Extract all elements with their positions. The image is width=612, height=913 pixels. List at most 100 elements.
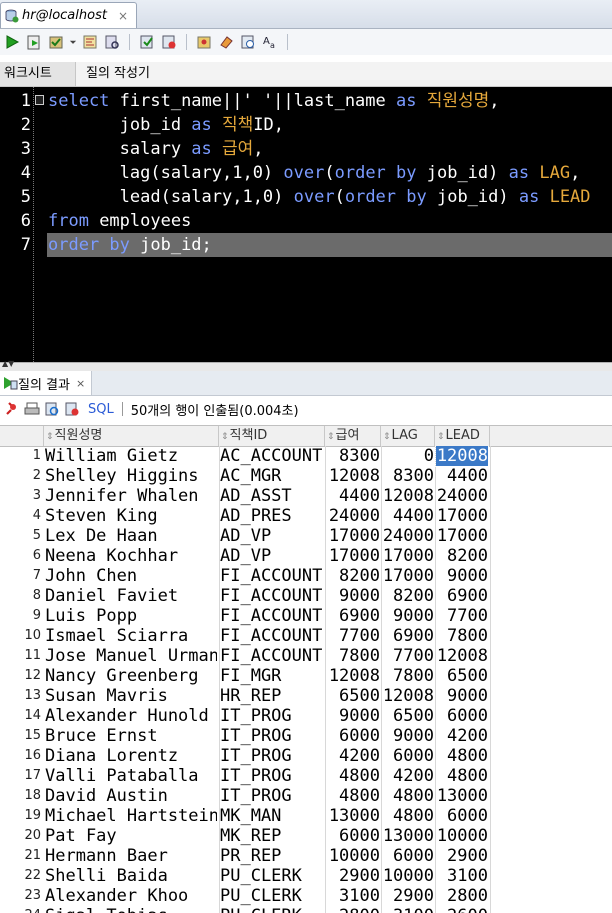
cell-job-id[interactable]: PU_CLERK (220, 886, 324, 906)
cell-lag[interactable]: 17000 (382, 546, 434, 566)
cell-job-id[interactable]: IT_PROG (220, 786, 324, 806)
cell-employee-name[interactable]: Daniel Faviet (45, 586, 217, 606)
fold-marker-icon[interactable] (35, 95, 44, 105)
cell-lead[interactable]: 4200 (436, 726, 488, 746)
cell-salary[interactable]: 9000 (326, 706, 380, 726)
cell-lag[interactable]: 0 (382, 446, 434, 466)
table-row[interactable]: 9 Luis Popp FI_ACCOUNT 6900 9000 7700 (0, 606, 490, 626)
cell-salary[interactable]: 8200 (326, 566, 380, 586)
cell-employee-name[interactable]: David Austin (45, 786, 217, 806)
sql-link[interactable]: SQL (88, 402, 114, 417)
table-row[interactable]: 22 Shelli Baida PU_CLERK 2900 10000 3100 (0, 866, 490, 886)
cell-employee-name[interactable]: Michael Hartstein (45, 806, 217, 826)
table-row[interactable]: 3 Jennifer Whalen AD_ASST 4400 12008 24000 (0, 486, 490, 506)
cell-lag[interactable]: 4800 (382, 806, 434, 826)
cell-salary[interactable]: 8300 (326, 446, 380, 466)
cell-lag[interactable]: 6500 (382, 706, 434, 726)
table-row[interactable]: 2 Shelley Higgins AC_MGR 12008 8300 4400 (0, 466, 490, 486)
table-row[interactable]: 18 David Austin IT_PROG 4800 4800 13000 (0, 786, 490, 806)
cell-lag[interactable]: 4400 (382, 506, 434, 526)
pane-splitter[interactable]: ▲▼ (0, 359, 612, 371)
table-row[interactable]: 1 William Gietz AC_ACCOUNT 8300 0 12008 (0, 446, 490, 467)
cell-salary[interactable]: 4800 (326, 766, 380, 786)
table-row[interactable]: 11 Jose Manuel Urman FI_ACCOUNT 7800 7700 120… (0, 646, 490, 666)
cell-lag[interactable]: 13000 (382, 826, 434, 846)
cell-job-id[interactable]: AC_MGR (220, 466, 324, 486)
table-row[interactable]: 5 Lex De Haan AD_VP 17000 24000 17000 (0, 526, 490, 546)
cell-salary[interactable]: 17000 (326, 546, 380, 566)
table-row[interactable]: 4 Steven King AD_PRES 24000 4400 17000 (0, 506, 490, 526)
cell-salary[interactable]: 4400 (326, 486, 380, 506)
cell-salary[interactable]: 4200 (326, 746, 380, 766)
cell-salary[interactable]: 17000 (326, 526, 380, 546)
cell-lead[interactable]: 4800 (436, 766, 488, 786)
cell-salary[interactable]: 6000 (326, 726, 380, 746)
cell-job-id[interactable]: AD_VP (220, 526, 324, 546)
cell-employee-name[interactable]: Alexander Hunold (45, 706, 217, 726)
cell-lag[interactable]: 4200 (382, 766, 434, 786)
column-header-salary[interactable]: ⇕급여 (325, 426, 381, 446)
cell-lag[interactable]: 24000 (382, 526, 434, 546)
cell-employee-name[interactable]: Jennifer Whalen (45, 486, 217, 506)
cell-lead[interactable]: 2800 (436, 886, 488, 906)
cell-employee-name[interactable]: Shelli Baida (45, 866, 217, 886)
table-row[interactable]: 6 Neena Kochhar AD_VP 17000 17000 8200 (0, 546, 490, 566)
cell-job-id[interactable]: AC_ACCOUNT (220, 446, 324, 466)
cell-employee-name[interactable]: Luis Popp (45, 606, 217, 626)
editor-current-line[interactable]: order by job_id; (47, 233, 612, 257)
cell-lag[interactable]: 8200 (382, 586, 434, 606)
tab-worksheet[interactable]: 워크시트 (0, 62, 76, 86)
cell-lag[interactable]: 10000 (382, 866, 434, 886)
cell-lead[interactable]: 7800 (436, 626, 488, 646)
cell-salary[interactable]: 12008 (326, 666, 380, 686)
cancel-fetch-icon[interactable] (64, 401, 80, 417)
pin-icon[interactable] (4, 401, 20, 417)
cell-job-id[interactable]: FI_ACCOUNT (220, 646, 324, 666)
table-row[interactable]: 14 Alexander Hunold IT_PROG 9000 6500 6000 (0, 706, 490, 726)
cell-lead[interactable]: 17000 (436, 526, 488, 546)
cell-lag[interactable]: 17000 (382, 566, 434, 586)
cell-salary[interactable]: 7700 (326, 626, 380, 646)
column-header-job-id[interactable]: ⇕직책ID (219, 426, 325, 446)
cell-salary[interactable]: 2900 (326, 866, 380, 886)
table-row[interactable]: 16 Diana Lorentz IT_PROG 4200 6000 4800 (0, 746, 490, 766)
table-row[interactable]: 8 Daniel Faviet FI_ACCOUNT 9000 8200 6900 (0, 586, 490, 606)
cell-job-id[interactable]: FI_ACCOUNT (220, 566, 324, 586)
refresh-icon[interactable] (44, 401, 60, 417)
cell-lag[interactable]: 7700 (382, 646, 434, 666)
cell-job-id[interactable]: AD_PRES (220, 506, 324, 526)
cell-employee-name[interactable]: Sigal Tobias (45, 906, 217, 913)
cell-lag[interactable]: 12008 (382, 686, 434, 706)
table-row[interactable]: 7 John Chen FI_ACCOUNT 8200 17000 9000 (0, 566, 490, 586)
cell-lead[interactable]: 3100 (436, 866, 488, 886)
cell-lead[interactable]: 6000 (436, 706, 488, 726)
editor-line[interactable]: salary as 급여, (0, 137, 612, 161)
cell-lead[interactable]: 8200 (436, 546, 488, 566)
close-tab-button[interactable]: × (118, 9, 128, 23)
cell-job-id[interactable]: FI_ACCOUNT (220, 626, 324, 646)
table-row[interactable]: 13 Susan Mavris HR_REP 6500 12008 9000 (0, 686, 490, 706)
cell-salary[interactable]: 6500 (326, 686, 380, 706)
cell-salary[interactable]: 6900 (326, 606, 380, 626)
table-row[interactable]: 12 Nancy Greenberg FI_MGR 12008 7800 6500 (0, 666, 490, 686)
cell-job-id[interactable]: MK_MAN (220, 806, 324, 826)
cell-salary[interactable]: 13000 (326, 806, 380, 826)
cell-lead[interactable]: 13000 (436, 786, 488, 806)
cell-job-id[interactable]: AD_ASST (220, 486, 324, 506)
cell-job-id[interactable]: IT_PROG (220, 726, 324, 746)
clear-button[interactable] (216, 32, 236, 52)
cell-job-id[interactable]: IT_PROG (220, 746, 324, 766)
cell-lag[interactable]: 9000 (382, 606, 434, 626)
editor-line[interactable]: job_id as 직책ID, (0, 113, 612, 137)
cell-employee-name[interactable]: Susan Mavris (45, 686, 217, 706)
cell-salary[interactable]: 12008 (326, 466, 380, 486)
cell-lag[interactable]: 12008 (382, 486, 434, 506)
autotrace-button[interactable] (102, 32, 122, 52)
cell-lead[interactable]: 9000 (436, 686, 488, 706)
cell-lag[interactable]: 6900 (382, 626, 434, 646)
cell-employee-name[interactable]: Neena Kochhar (45, 546, 217, 566)
explain-plan-button[interactable] (80, 32, 100, 52)
cell-employee-name[interactable]: William Gietz (45, 446, 217, 466)
cell-employee-name[interactable]: Jose Manuel Urman (45, 646, 217, 666)
table-row[interactable]: 15 Bruce Ernst IT_PROG 6000 9000 4200 (0, 726, 490, 746)
